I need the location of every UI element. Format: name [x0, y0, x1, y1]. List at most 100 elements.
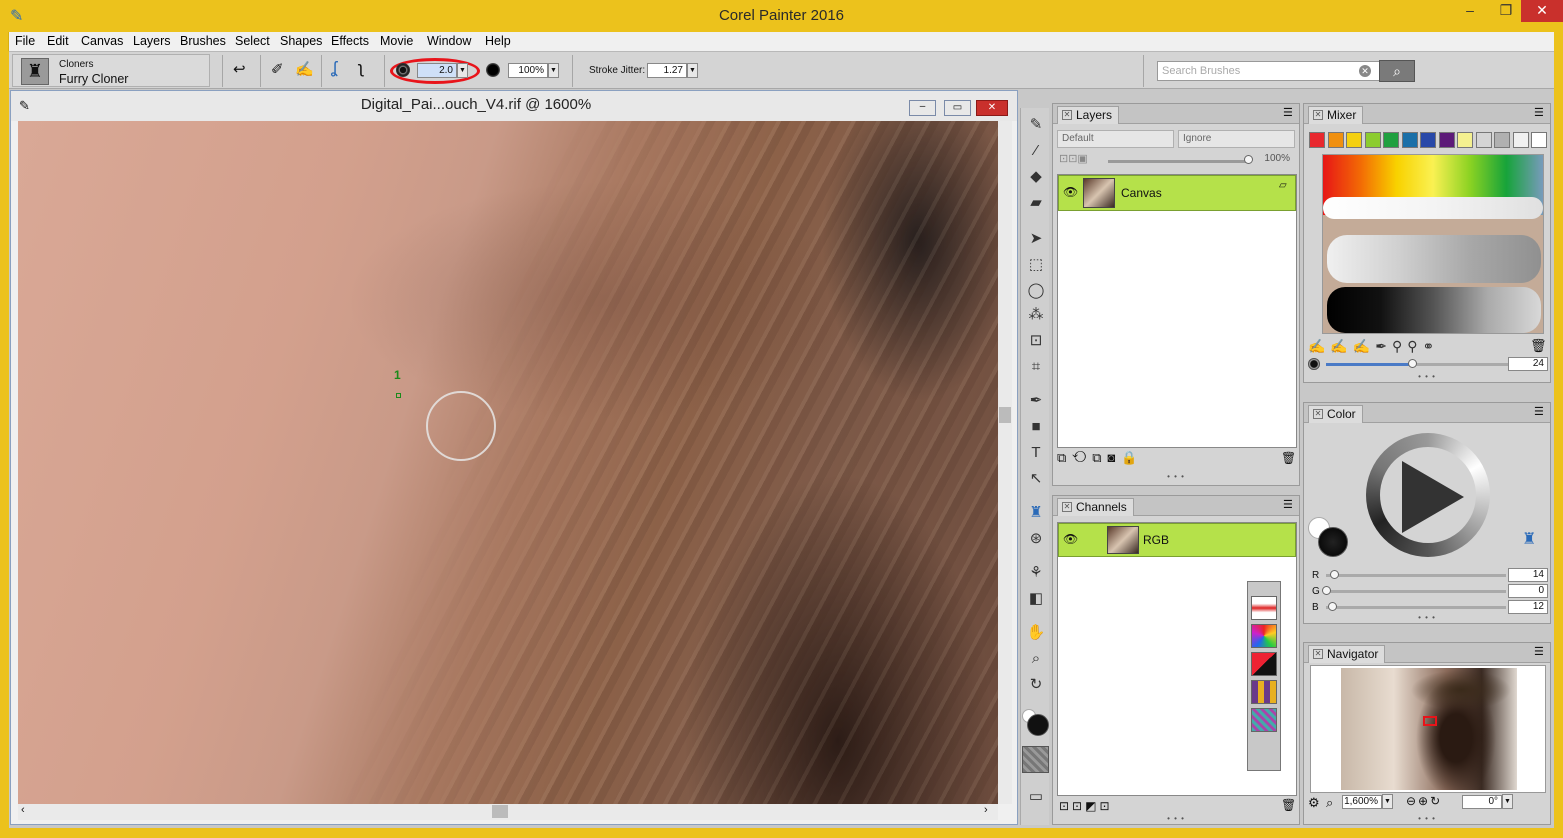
navigator-settings-icon[interactable]: ⚙: [1308, 795, 1320, 811]
channel-row[interactable]: 👁 RGB: [1058, 523, 1296, 557]
red-value[interactable]: 14: [1508, 568, 1548, 582]
delete-layer-icon[interactable]: 🗑: [1281, 451, 1296, 465]
navigator-rotation-field[interactable]: 0°: [1462, 795, 1502, 809]
mixer-color-swatch[interactable]: [1420, 132, 1436, 148]
close-icon[interactable]: ✕: [1313, 649, 1323, 659]
saturation-value-triangle[interactable]: [1402, 461, 1464, 533]
layer-lock-icons[interactable]: ⊡⊡▣: [1059, 152, 1088, 165]
panel-grip[interactable]: • • •: [1304, 613, 1550, 622]
scroll-left-icon[interactable]: ‹: [21, 804, 25, 816]
rectangle-shape-tool-icon[interactable]: ■: [1024, 416, 1048, 438]
clone-color-icon[interactable]: ♜: [1522, 529, 1536, 549]
transform-tool-icon[interactable]: ⊡: [1024, 330, 1048, 352]
mixer-color-swatch[interactable]: [1327, 132, 1344, 148]
composite-method-select[interactable]: Default: [1057, 130, 1174, 148]
mixer-brush-size-knob[interactable]: [1408, 359, 1417, 368]
mixer-color-swatch[interactable]: [1309, 132, 1325, 148]
doc-close-button[interactable]: ✕: [976, 100, 1008, 116]
layer-options-icon[interactable]: ▱: [1279, 180, 1287, 191]
blue-slider[interactable]: [1326, 606, 1506, 609]
vertical-scroll-thumb[interactable]: [999, 407, 1011, 423]
mixer-brush-size-slider[interactable]: [1326, 363, 1516, 366]
mixer-color-swatch[interactable]: [1531, 132, 1547, 148]
visibility-eye-icon[interactable]: 👁: [1063, 185, 1078, 199]
mixer-color-swatch[interactable]: [1438, 132, 1455, 148]
magnifier-tool-icon[interactable]: ⌕: [1024, 648, 1048, 670]
delete-channel-icon[interactable]: 🗑: [1281, 798, 1296, 812]
doc-minimize-button[interactable]: –: [909, 100, 936, 116]
green-value[interactable]: 0: [1508, 584, 1548, 598]
paper-selector-icon[interactable]: [1022, 746, 1049, 773]
green-slider[interactable]: [1326, 590, 1506, 593]
mixer-color-swatch[interactable]: [1364, 132, 1381, 148]
mixer-color-swatch[interactable]: [1383, 132, 1399, 148]
reset-tool-icon[interactable]: ↩: [233, 60, 246, 78]
panel-menu-icon[interactable]: ☰: [1283, 106, 1293, 119]
close-icon[interactable]: ✕: [1313, 409, 1323, 419]
panel-grip[interactable]: • • •: [1304, 372, 1550, 381]
mixer-color-swatch[interactable]: [1475, 132, 1492, 148]
channels-tab[interactable]: ✕ Channels: [1057, 498, 1134, 516]
panel-grip[interactable]: • • •: [1053, 472, 1299, 481]
freehand-stroke-icon[interactable]: ʆ: [331, 58, 337, 78]
visibility-eye-icon[interactable]: 👁: [1063, 532, 1078, 546]
straight-line-stroke-icon[interactable]: ʅ: [359, 58, 363, 78]
paint-bucket-tool-icon[interactable]: ◆: [1024, 166, 1048, 188]
menu-brushes[interactable]: Brushes: [180, 33, 226, 50]
green-slider-knob[interactable]: [1322, 586, 1331, 595]
rectangular-selection-tool-icon[interactable]: ⬚: [1024, 254, 1048, 276]
navigator-preview-frame[interactable]: [1310, 665, 1546, 793]
layers-tab[interactable]: ✕ Layers: [1057, 106, 1120, 124]
pattern-library-icon[interactable]: [1251, 680, 1277, 704]
menu-window[interactable]: Window: [427, 33, 471, 50]
brush-selector[interactable]: ♜ Cloners Furry Cloner: [12, 54, 210, 87]
layer-row[interactable]: 👁 Canvas ▱: [1058, 175, 1296, 211]
shape-selection-tool-icon[interactable]: ↖: [1024, 468, 1048, 490]
grabber-tool-icon[interactable]: ✋: [1024, 622, 1048, 644]
search-icon[interactable]: ⌕: [1379, 60, 1415, 82]
menu-movie[interactable]: Movie: [380, 33, 413, 50]
pen-tool-icon[interactable]: ✒: [1024, 390, 1048, 412]
menu-select[interactable]: Select: [235, 33, 270, 50]
menu-file[interactable]: File: [15, 33, 35, 50]
blue-value[interactable]: 12: [1508, 600, 1548, 614]
navigator-zoom-buttons[interactable]: ⊖⊕↻: [1406, 794, 1442, 808]
eraser-tool-icon[interactable]: ▰: [1024, 192, 1048, 214]
primary-color-swatch[interactable]: [1318, 527, 1348, 557]
color-set-library-icon[interactable]: [1251, 624, 1277, 648]
close-icon[interactable]: ✕: [1062, 110, 1072, 120]
horizontal-scrollbar[interactable]: ‹ ›: [18, 804, 998, 820]
painting-canvas[interactable]: 1: [18, 121, 998, 804]
look-library-icon[interactable]: [1251, 652, 1277, 676]
perspective-tool-icon[interactable]: ◧: [1024, 588, 1048, 610]
layer-actions-icons[interactable]: ⧉⟲⧉◙🔒: [1057, 450, 1144, 466]
rotate-page-tool-icon[interactable]: ↻: [1024, 674, 1048, 696]
panel-menu-icon[interactable]: ☰: [1534, 405, 1544, 418]
navigator-view-rectangle[interactable]: [1423, 716, 1437, 726]
text-tool-icon[interactable]: T: [1024, 442, 1048, 464]
clear-mixer-icon[interactable]: 🗑: [1530, 338, 1547, 354]
main-color-swatch[interactable]: [1027, 714, 1049, 736]
panel-grip[interactable]: • • •: [1304, 814, 1550, 823]
menu-layers[interactable]: Layers: [133, 33, 171, 50]
navigator-tab[interactable]: ✕ Navigator: [1308, 645, 1386, 663]
clear-search-icon[interactable]: ✕: [1359, 65, 1371, 77]
cloner-tool-icon[interactable]: ♜: [1024, 502, 1048, 524]
doc-maximize-button[interactable]: ▭: [944, 100, 971, 116]
menu-canvas[interactable]: Canvas: [81, 33, 123, 50]
mixer-pad[interactable]: [1322, 154, 1544, 334]
color-tab[interactable]: ✕ Color: [1308, 405, 1363, 423]
mixer-brush-size-value[interactable]: 24: [1508, 357, 1548, 371]
clone-source-icon[interactable]: ✐: [271, 60, 284, 78]
mixer-tool-icons[interactable]: ✍✍✍✒⚲⚲⚭: [1308, 338, 1439, 355]
lasso-tool-icon[interactable]: ◯: [1024, 280, 1048, 302]
stroke-jitter-dropdown-icon[interactable]: ▼: [687, 63, 698, 78]
menu-effects[interactable]: Effects: [331, 33, 369, 50]
opacity-field[interactable]: 100%: [508, 63, 548, 78]
brush-size-dropdown-icon[interactable]: ▼: [457, 63, 468, 78]
clone-color-icon[interactable]: ✍: [295, 60, 314, 78]
close-icon[interactable]: ✕: [1313, 110, 1323, 120]
media-selector-icon[interactable]: ▭: [1024, 786, 1048, 808]
restore-window-button[interactable]: ❐: [1488, 0, 1524, 22]
close-icon[interactable]: ✕: [1062, 502, 1072, 512]
